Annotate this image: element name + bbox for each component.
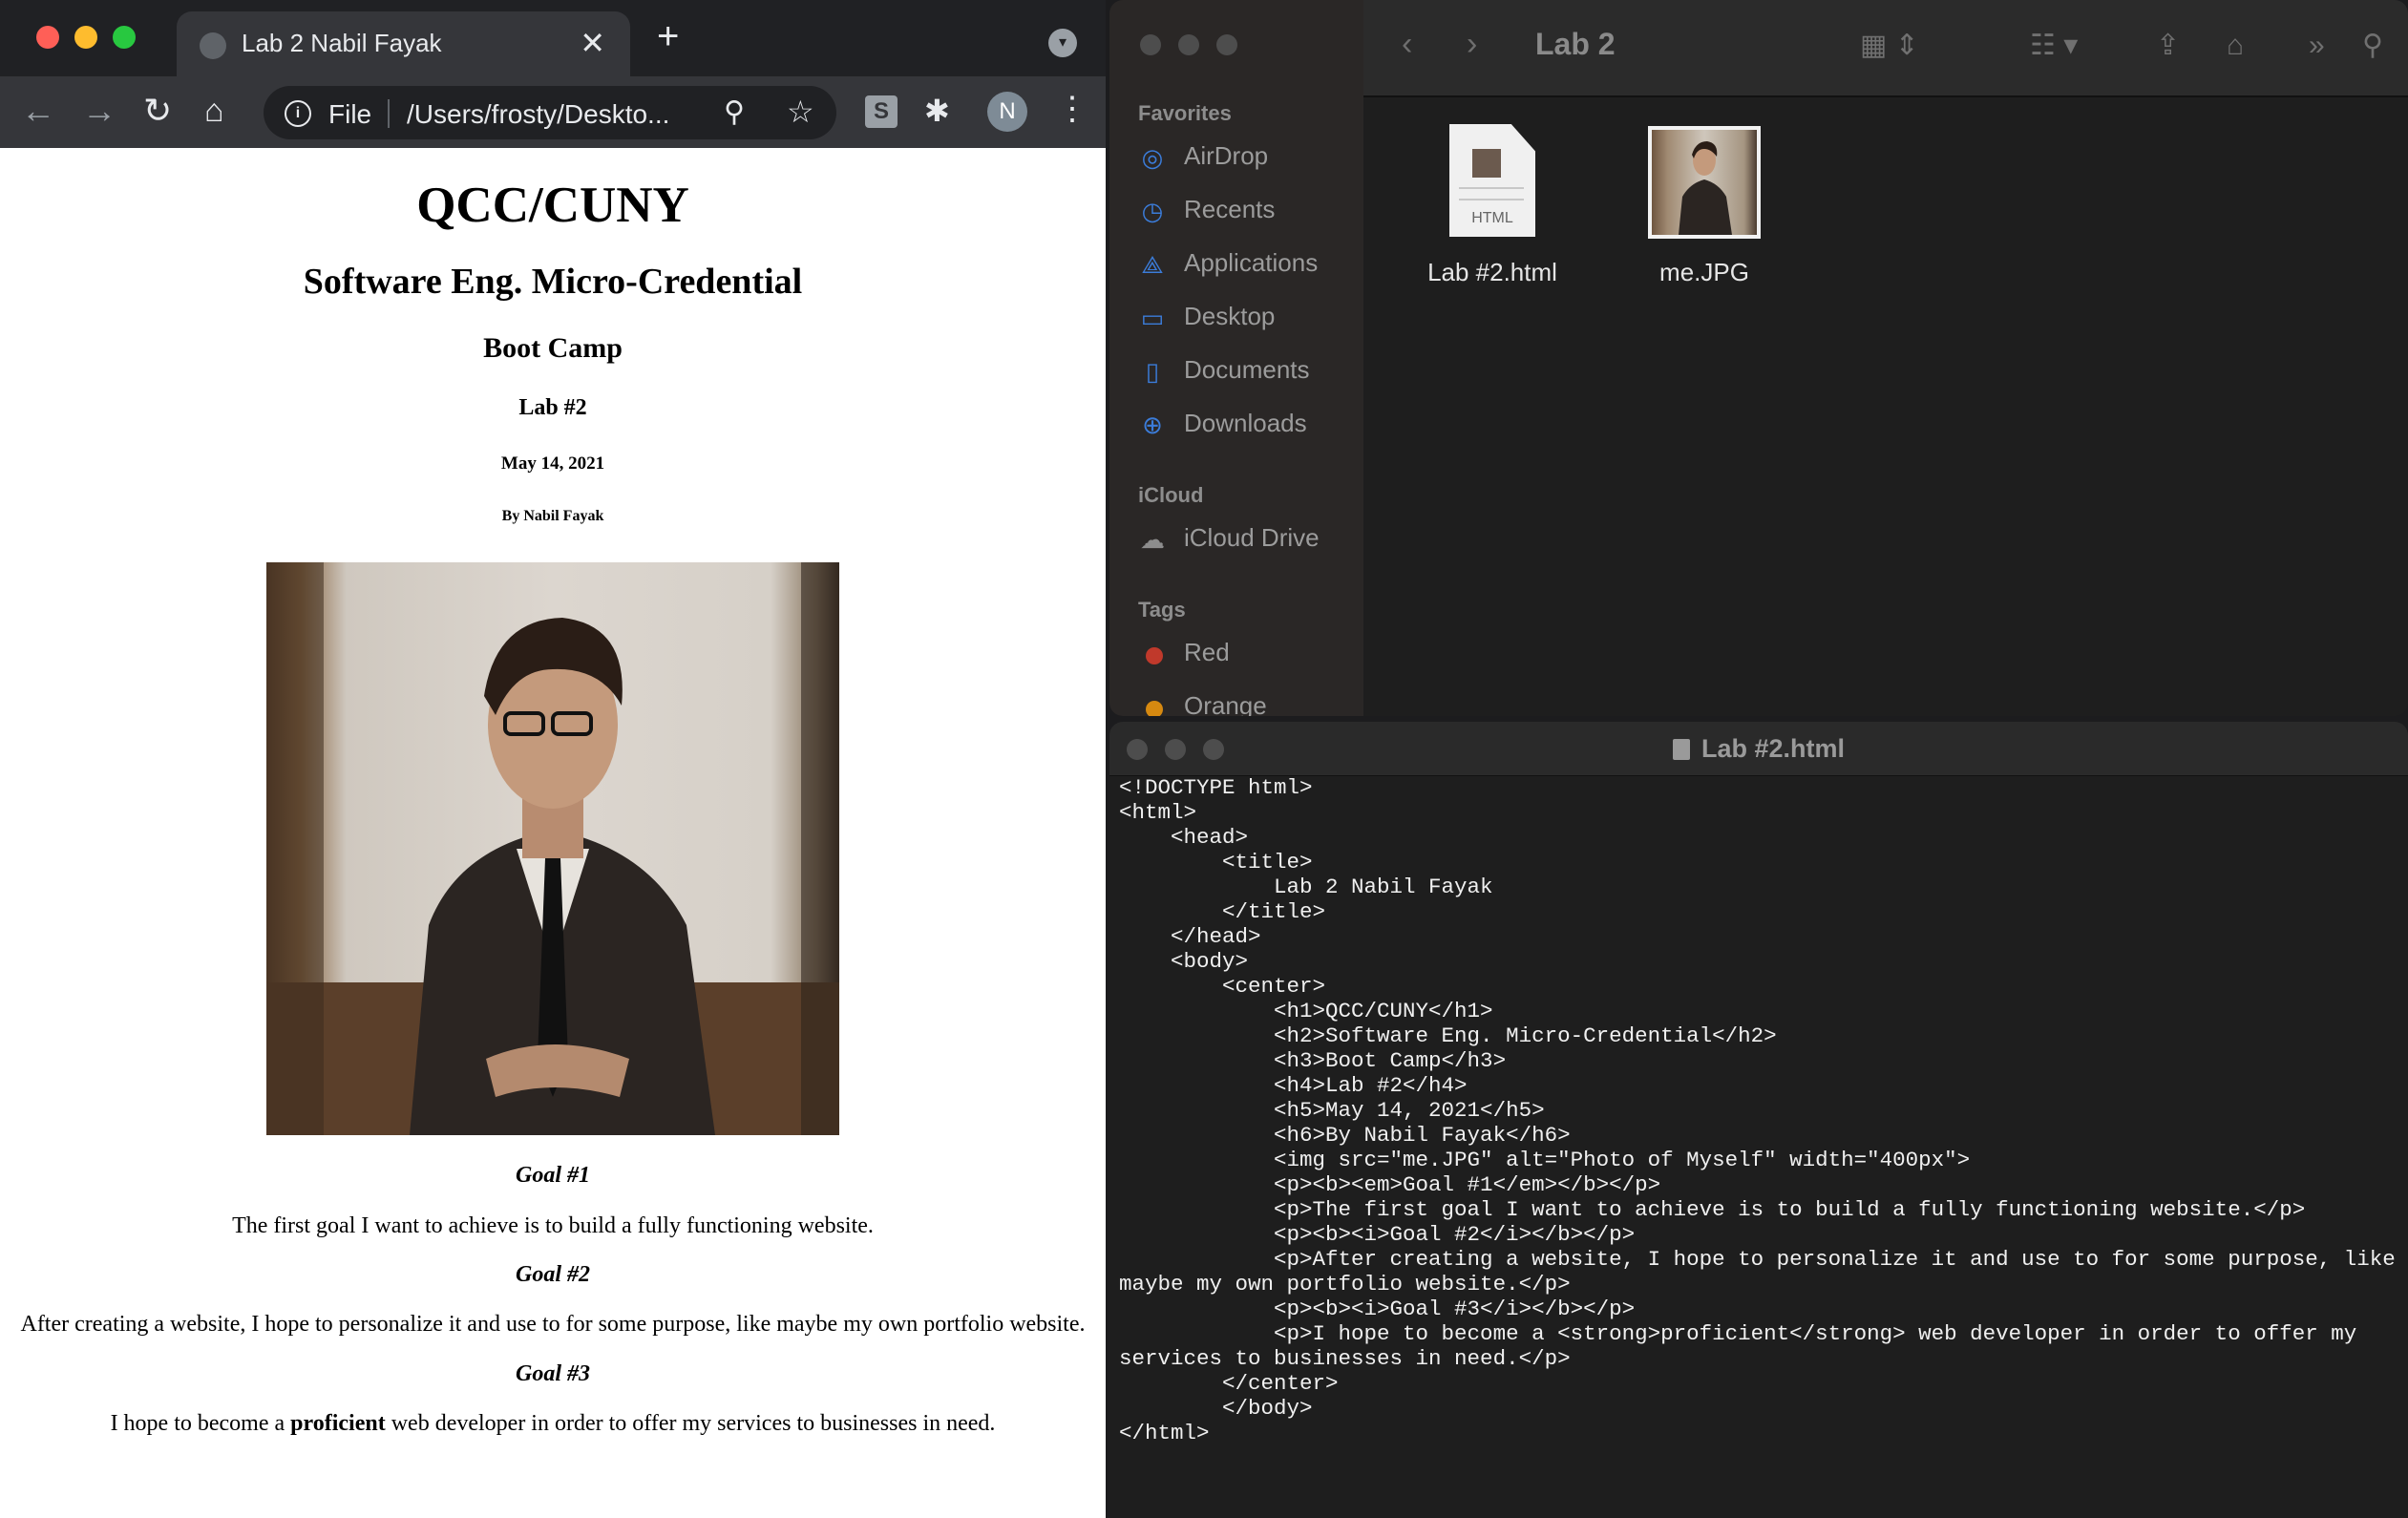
applications-icon: ⟁: [1141, 250, 1164, 279]
web-page: QCC/CUNY Software Eng. Micro-Credential …: [0, 148, 1106, 1518]
sidebar-section-tags: Tags: [1138, 598, 1186, 622]
goal2-heading: Goal #2: [516, 1262, 590, 1287]
profile-avatar[interactable]: N: [987, 92, 1027, 132]
globe-icon: [200, 32, 226, 59]
editor-title-text: Lab #2.html: [1700, 734, 1846, 763]
scheme-label: File: [328, 99, 372, 129]
code-text-area[interactable]: <!DOCTYPE html> <html> <head> <title> La…: [1119, 775, 2403, 1445]
info-icon[interactable]: i: [285, 100, 311, 127]
browser-toolbar: ← → ↻ ⌂ i File /Users/frosty/Deskto... ⚲…: [0, 76, 1106, 148]
desktop-icon: ▭: [1140, 304, 1165, 332]
zoom-window-button[interactable]: [113, 26, 136, 49]
file-extension: HTML: [1471, 210, 1513, 226]
finder-title: Lab 2: [1535, 27, 1616, 61]
sidebar-section-favorites: Favorites: [1138, 101, 1232, 125]
finder-window: Favorites ◎ AirDrop ◷ Recents ⟁ Applicat…: [1109, 0, 2408, 716]
tab-title: Lab 2 Nabil Fayak: [242, 29, 442, 57]
goal3-text-before: I hope to become a: [110, 1411, 291, 1436]
sidebar-item-label: Desktop: [1184, 302, 1276, 330]
text-editor-window: Lab #2.html <!DOCTYPE html> <html> <head…: [1109, 722, 2408, 1518]
image-thumbnail: [1652, 130, 1757, 235]
sidebar-item-label: Applications: [1184, 248, 1319, 277]
page-heading-h4: Lab #2: [518, 395, 587, 420]
browser-window: Lab 2 Nabil Fayak ✕ + ▾ ← → ↻ ⌂ i File /…: [0, 0, 1106, 1518]
sidebar-item-label: Recents: [1184, 195, 1276, 223]
goal1-text: The first goal I want to achieve is to b…: [232, 1213, 874, 1238]
forward-icon[interactable]: →: [82, 92, 116, 130]
sidebar-item-label: Downloads: [1184, 409, 1307, 437]
tab-search-icon[interactable]: ▾: [1048, 29, 1077, 57]
finder-toolbar: ‹ › Lab 2 ▦ ⇕ ☷ ▾ ⇪ ⌂ » ⚲: [1363, 0, 2408, 97]
person-thumbnail-illustration: [1679, 141, 1732, 235]
file-name: Lab #2.html: [1427, 258, 1557, 286]
download-icon: ⊕: [1142, 411, 1163, 439]
home-icon[interactable]: ⌂: [204, 92, 224, 130]
search-icon[interactable]: ⚲: [2362, 27, 2383, 65]
tab-active[interactable]: Lab 2 Nabil Fayak ✕: [177, 11, 630, 76]
editor-title: Lab #2.html: [1109, 734, 2408, 764]
page-heading-h5: May 14, 2021: [500, 453, 605, 474]
image-file-icon: [1648, 126, 1761, 239]
bookmark-star-icon[interactable]: ☆: [787, 94, 814, 130]
sidebar-section-icloud: iCloud: [1138, 483, 1204, 507]
goal3-text-after: web developer in order to offer my servi…: [385, 1411, 996, 1436]
sidebar-item-label: iCloud Drive: [1184, 523, 1320, 552]
sidebar-item-label: Red: [1184, 638, 1230, 666]
tab-close-icon[interactable]: ✕: [580, 25, 605, 61]
sidebar-item-label: Orange: [1184, 691, 1267, 716]
url-text[interactable]: /Users/frosty/Deskto...: [407, 99, 669, 130]
document-icon: [1672, 739, 1690, 760]
reload-icon[interactable]: ↻: [143, 92, 172, 130]
page-heading-h3: Boot Camp: [483, 332, 623, 364]
page-heading-h2: Software Eng. Micro-Credential: [303, 262, 803, 302]
new-tab-button[interactable]: +: [657, 17, 679, 55]
goal1-heading: Goal #1: [516, 1163, 590, 1188]
share-icon[interactable]: ⇪: [2156, 27, 2180, 65]
goal3-text: I hope to become a proficient web develo…: [0, 1411, 1106, 1437]
finder-sidebar: Favorites ◎ AirDrop ◷ Recents ⟁ Applicat…: [1109, 0, 1363, 716]
sidebar-item-label: Documents: [1184, 355, 1310, 384]
sidebar-item-label: AirDrop: [1184, 141, 1269, 170]
finder-minimize-button[interactable]: [1178, 34, 1199, 55]
thumbnail-lines: [1459, 187, 1524, 200]
html-file-icon: HTML: [1449, 124, 1535, 237]
profile-photo: [266, 562, 839, 1135]
finder-close-button[interactable]: [1140, 34, 1161, 55]
thumbnail: [1472, 149, 1501, 178]
forward-icon[interactable]: ›: [1467, 25, 1477, 63]
menu-dots-icon[interactable]: ⋮: [1056, 90, 1088, 128]
clock-icon: ◷: [1141, 197, 1164, 225]
tag-icon[interactable]: ⌂: [2227, 27, 2244, 65]
airdrop-icon: ◎: [1141, 143, 1164, 172]
address-bar[interactable]: i File /Users/frosty/Deskto... ⚲ ☆: [264, 86, 836, 139]
finder-zoom-button[interactable]: [1216, 34, 1237, 55]
back-icon[interactable]: ‹: [1402, 25, 1412, 63]
goal3-heading: Goal #3: [516, 1361, 590, 1386]
extension-s-icon[interactable]: S: [865, 95, 898, 128]
icon-view-icon[interactable]: ▦ ⇕: [1860, 27, 1919, 65]
close-window-button[interactable]: [36, 26, 59, 49]
document-icon: ▯: [1145, 357, 1160, 386]
orange-tag-icon: [1146, 701, 1163, 716]
extensions-puzzle-icon[interactable]: ✱: [924, 92, 950, 130]
goal3-text-strong: proficient: [290, 1411, 386, 1436]
file-name: me.JPG: [1659, 258, 1749, 286]
editor-titlebar: Lab #2.html: [1109, 722, 2408, 776]
more-chevron-icon[interactable]: »: [2309, 27, 2325, 65]
goal2-text: After creating a website, I hope to pers…: [20, 1312, 1086, 1337]
zoom-icon[interactable]: ⚲: [724, 95, 745, 129]
group-by-icon[interactable]: ☷ ▾: [2030, 27, 2078, 65]
divider: [388, 99, 390, 128]
back-icon[interactable]: ←: [21, 92, 55, 130]
red-tag-icon: [1146, 647, 1163, 664]
cloud-icon: ☁: [1140, 525, 1165, 554]
page-heading-h1: QCC/CUNY: [416, 178, 689, 233]
person-photo-illustration: [266, 562, 839, 1135]
tab-strip: Lab 2 Nabil Fayak ✕ + ▾: [0, 0, 1106, 76]
finder-content: HTML Lab #2.html me.JPG: [1363, 97, 2408, 716]
minimize-window-button[interactable]: [74, 26, 97, 49]
page-heading-h6: By Nabil Fayak: [501, 508, 604, 524]
